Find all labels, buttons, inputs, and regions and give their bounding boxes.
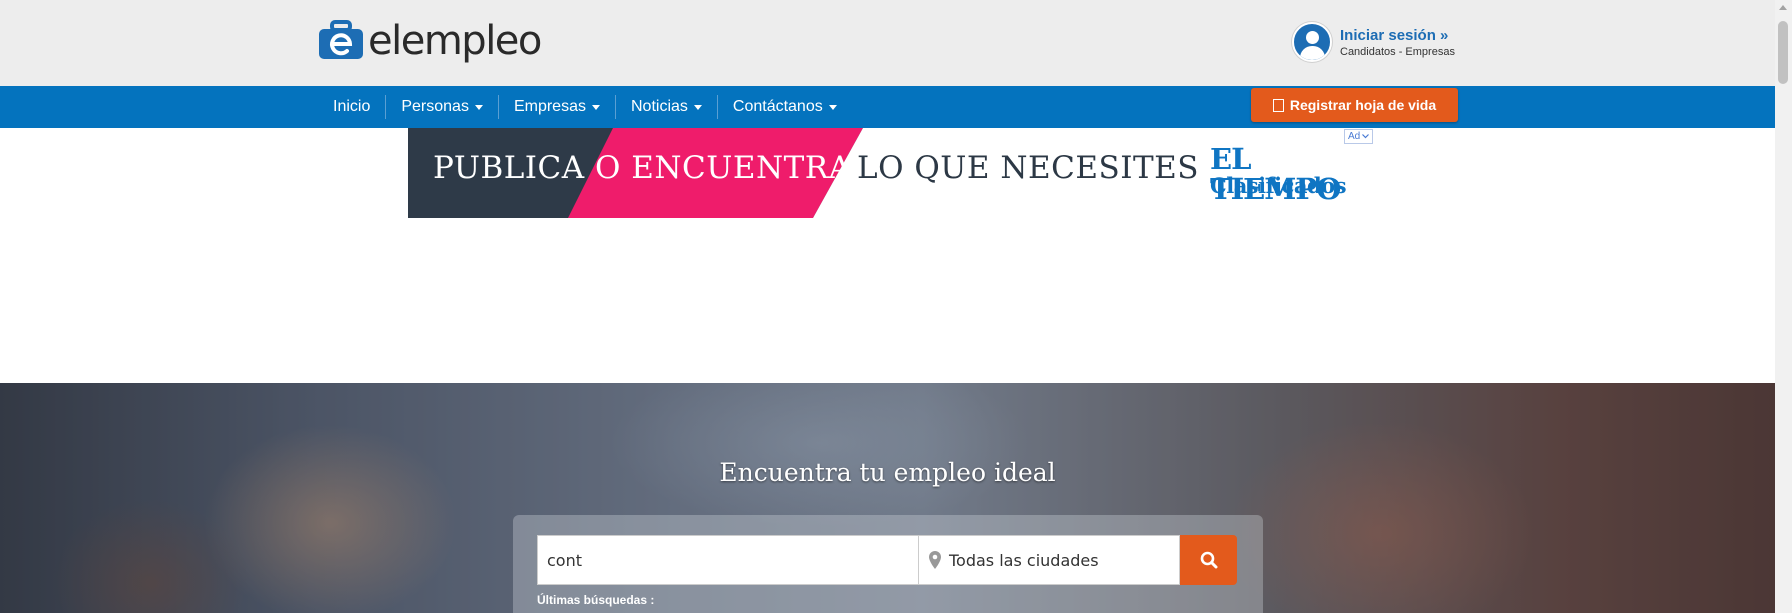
last-searches-label: Últimas búsquedas : [537, 593, 655, 607]
nav-item-contactanos[interactable]: Contáctanos [716, 95, 852, 119]
chevron-down-icon [1362, 134, 1370, 139]
search-icon [1200, 551, 1217, 569]
scrollbar-thumb[interactable] [1778, 21, 1788, 84]
nav-item-label: Empresas [513, 98, 586, 115]
ad-badge-label: Ad [1348, 131, 1361, 142]
caret-down-icon [591, 104, 600, 110]
search-button[interactable] [1180, 535, 1237, 585]
ad-subheadline: LO QUE NECESITES [857, 150, 1200, 186]
logo[interactable]: elempleo [318, 18, 542, 64]
caret-down-icon [693, 104, 702, 110]
nav-item-label: Contáctanos [732, 98, 823, 115]
nav-item-inicio[interactable]: Inicio [318, 95, 385, 119]
register-cv-label: Registrar hoja de vida [1289, 97, 1437, 113]
city-select[interactable]: Todas las ciudades [918, 535, 1180, 585]
nav-item-label: Personas [401, 98, 469, 115]
page-scrollbar[interactable] [1775, 0, 1792, 613]
ad-banner[interactable]: PUBLICA O ENCUENTRA LO QUE NECESITES EL … [408, 128, 1354, 218]
nav-item-empresas[interactable]: Empresas [497, 95, 615, 119]
nav-menu: Inicio Personas Empresas Noticias Contác… [318, 86, 852, 128]
register-cv-button[interactable]: Registrar hoja de vida [1251, 88, 1458, 122]
main-navbar: Inicio Personas Empresas Noticias Contác… [0, 86, 1775, 128]
login-link[interactable]: Iniciar sesión » [1340, 26, 1455, 45]
nav-item-label: Noticias [630, 98, 688, 115]
user-avatar-icon[interactable] [1292, 22, 1332, 62]
job-search-value: cont [547, 550, 582, 570]
login-subtitle[interactable]: Candidatos - Empresas [1340, 45, 1455, 59]
ad-choices-badge[interactable]: Ad [1344, 129, 1374, 144]
document-icon [1272, 98, 1284, 112]
briefcase-logo-icon [318, 19, 364, 60]
hero-search-section: Encuentra tu empleo ideal cont Todas las… [0, 383, 1775, 613]
nav-item-personas[interactable]: Personas [385, 95, 498, 119]
site-header: elempleo Iniciar sesión » Candidatos - E… [0, 0, 1775, 86]
nav-item-noticias[interactable]: Noticias [614, 95, 717, 119]
ad-brand-section: Clasificados [1210, 173, 1347, 198]
caret-down-icon [474, 104, 483, 110]
hero-title: Encuentra tu empleo ideal [719, 458, 1056, 487]
job-search-input[interactable]: cont [537, 535, 919, 585]
caret-down-icon [828, 104, 837, 110]
page: elempleo Iniciar sesión » Candidatos - E… [0, 0, 1792, 613]
logo-text: elempleo [368, 18, 542, 64]
ad-headline: PUBLICA O ENCUENTRA [433, 150, 852, 186]
location-pin-icon [929, 551, 941, 569]
login-area[interactable]: Iniciar sesión » Candidatos - Empresas [1292, 22, 1455, 62]
nav-item-label: Inicio [333, 98, 371, 115]
scroll-up-arrow-icon[interactable] [1779, 5, 1787, 10]
city-select-value: Todas las ciudades [949, 550, 1099, 570]
